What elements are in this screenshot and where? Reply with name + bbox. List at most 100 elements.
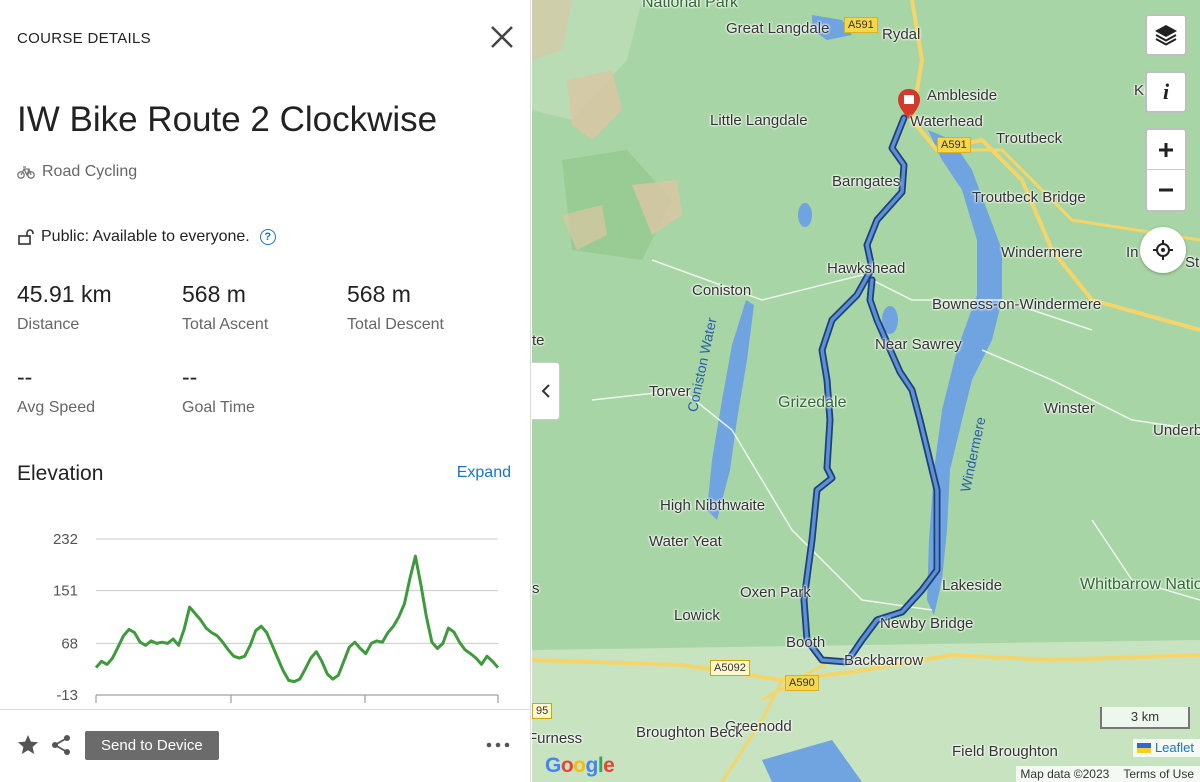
- y-tick-label: -13: [56, 687, 78, 704]
- road-badge: A591: [937, 137, 971, 153]
- y-tick-label: 151: [53, 583, 78, 600]
- layers-icon: [1155, 25, 1177, 46]
- map-attribution: Map data ©2023 Terms of Use: [1016, 766, 1200, 782]
- google-logo: Google: [545, 754, 615, 777]
- stat-total-ascent: 568 m Total Ascent: [182, 281, 268, 334]
- map-label: Booth: [786, 634, 826, 651]
- map-label: Oxen Park: [740, 584, 811, 601]
- privacy-status: Public: Available to everyone. ?: [17, 228, 276, 246]
- map-label: Ambleside: [927, 87, 998, 104]
- map-label: Waterhead: [910, 113, 983, 130]
- map-data-label: Map data ©2023: [1020, 767, 1110, 781]
- layers-button[interactable]: [1145, 14, 1187, 56]
- close-button[interactable]: [487, 22, 517, 52]
- minus-icon: [1159, 188, 1173, 192]
- bicycle-icon: [17, 166, 35, 179]
- more-dots-icon: [486, 742, 510, 748]
- map-label: National Park: [642, 0, 739, 11]
- map-label: Lakeside: [942, 577, 1003, 594]
- stat-label: Avg Speed: [17, 399, 95, 416]
- map-label: Broughton Beck: [636, 724, 743, 741]
- privacy-label: Public: Available to everyone.: [41, 228, 250, 245]
- map-label: Furness: [532, 730, 583, 747]
- terms-of-use-link[interactable]: Terms of Use: [1123, 766, 1194, 782]
- zoom-in-button[interactable]: [1147, 130, 1185, 171]
- course-details-panel: COURSE DETAILS IW Bike Route 2 Clockwise…: [0, 0, 531, 782]
- more-options-button[interactable]: [485, 737, 511, 753]
- map-label: Grizedale: [778, 394, 847, 411]
- map-label: Hawkshead: [827, 260, 906, 277]
- road-badge: 95: [532, 703, 553, 719]
- elevation-line: [94, 554, 500, 684]
- stat-total-descent: 568 m Total Descent: [347, 281, 444, 334]
- star-icon: [18, 735, 38, 754]
- activity-type: Road Cycling: [17, 163, 137, 181]
- elevation-chart[interactable]: 232 151 68 -13: [0, 515, 531, 710]
- expand-elevation-link[interactable]: Expand: [457, 464, 511, 482]
- map-label: Troutbeck: [996, 130, 1063, 147]
- stat-label: Distance: [17, 316, 80, 333]
- map-label: Winster: [1044, 400, 1095, 417]
- stat-value: 45.91 km: [17, 281, 112, 307]
- road-badge: A590: [785, 675, 819, 691]
- map-label: Water Yeat: [649, 533, 722, 550]
- map-label: Coniston: [692, 282, 752, 299]
- map-label: Lowick: [674, 607, 720, 624]
- elevation-heading: Elevation: [17, 462, 104, 485]
- stat-value: --: [17, 364, 33, 390]
- info-button[interactable]: i: [1145, 71, 1187, 113]
- collapse-panel-button[interactable]: [532, 362, 560, 420]
- road-badge: A591: [844, 17, 878, 33]
- scale-bar: 3 km: [1100, 707, 1190, 729]
- map-label: te: [532, 332, 545, 349]
- course-title: IW Bike Route 2 Clockwise: [17, 100, 438, 139]
- route-map[interactable]: National Park Great Langdale Rydal Amble…: [532, 0, 1200, 782]
- stat-label: Goal Time: [182, 399, 255, 416]
- map-label: s: [532, 580, 540, 597]
- send-to-device-button[interactable]: Send to Device: [85, 731, 219, 760]
- stat-value: --: [182, 364, 198, 390]
- panel-footer: Send to Device: [0, 709, 530, 782]
- stat-value: 568 m: [182, 281, 246, 307]
- stat-avg-speed: -- Avg Speed: [17, 364, 95, 417]
- map-label: Torver: [649, 383, 691, 400]
- close-icon: [491, 26, 513, 48]
- stat-label: Total Descent: [347, 316, 444, 333]
- map-label: Whitbarrow National Nature Reserve: [1080, 576, 1200, 593]
- map-label: Underb: [1153, 422, 1200, 439]
- favorite-button[interactable]: [16, 733, 40, 757]
- ukraine-flag-icon: [1136, 743, 1151, 753]
- panel-header: COURSE DETAILS: [17, 30, 151, 47]
- zoom-out-button[interactable]: [1147, 170, 1185, 210]
- stat-goal-time: -- Goal Time: [182, 364, 255, 417]
- map-label: High Nibthwaite: [660, 497, 766, 514]
- map-label: Great Langdale: [726, 20, 830, 37]
- stat-value: 568 m: [347, 281, 411, 307]
- map-label: Troutbeck Bridge: [972, 189, 1086, 206]
- locate-me-button[interactable]: [1140, 227, 1186, 273]
- unlock-icon: [18, 229, 34, 245]
- map-label: Newby Bridge: [880, 615, 974, 632]
- leaflet-link[interactable]: Leaflet: [1155, 739, 1194, 757]
- map-label: Windermere: [1001, 244, 1083, 261]
- map-label: Little Langdale: [710, 112, 808, 129]
- plus-icon: [1159, 142, 1173, 157]
- stat-distance: 45.91 km Distance: [17, 281, 112, 334]
- zoom-controls: [1145, 128, 1187, 212]
- map-label: Bowness-on-Windermere: [932, 296, 1102, 313]
- y-tick-label: 68: [61, 635, 78, 652]
- map-label: Sta: [1185, 254, 1200, 271]
- map-label: Barngates: [832, 173, 901, 190]
- info-icon: i: [1162, 79, 1170, 104]
- help-icon[interactable]: ?: [259, 229, 276, 245]
- map-label: Field Broughton: [952, 743, 1058, 760]
- activity-label: Road Cycling: [42, 163, 138, 180]
- map-label: Rydal: [882, 26, 921, 43]
- share-button[interactable]: [50, 734, 72, 756]
- share-icon: [52, 735, 70, 755]
- chevron-left-icon: [541, 384, 550, 398]
- map-label: In: [1126, 244, 1139, 261]
- leaflet-attribution[interactable]: Leaflet: [1132, 739, 1200, 757]
- crosshair-icon: [1153, 240, 1173, 260]
- road-badge: A5092: [710, 660, 750, 676]
